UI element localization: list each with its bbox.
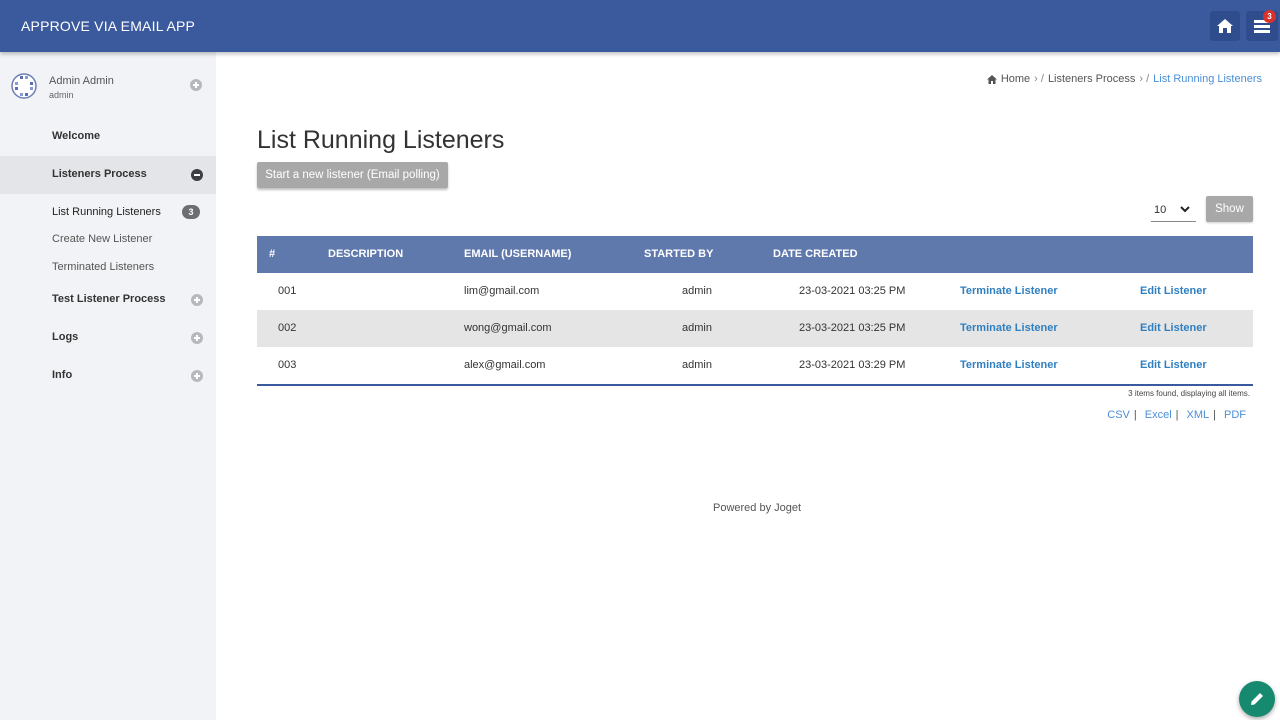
- sidebar-subitem-label: Create New Listener: [52, 233, 153, 245]
- top-bar: APPROVE VIA EMAIL APP 3: [0, 0, 1280, 52]
- breadcrumb-current: List Running Listeners: [1153, 73, 1262, 85]
- sidebar-item-logs[interactable]: Logs: [0, 319, 216, 357]
- sidebar-subitem-label: Terminated Listeners: [52, 261, 155, 273]
- pencil-icon: [1251, 693, 1263, 705]
- breadcrumb-home[interactable]: Home: [1001, 73, 1030, 85]
- page-size-select[interactable]: 10: [1151, 198, 1196, 222]
- cell-id: 002: [278, 322, 297, 334]
- sidebar-item-welcome[interactable]: Welcome: [0, 118, 216, 156]
- cell-started-by: admin: [682, 322, 712, 334]
- page-title: List Running Listeners: [257, 126, 505, 154]
- sidebar-item-info[interactable]: Info: [0, 357, 216, 395]
- powered-by-text[interactable]: Powered by Joget: [713, 502, 801, 514]
- sidebar-item-label: Info: [52, 369, 73, 381]
- column-header-started-by[interactable]: STARTED BY: [644, 248, 713, 260]
- avatar: [11, 73, 37, 99]
- table-header: # DESCRIPTION EMAIL (USERNAME) STARTED B…: [257, 236, 1253, 273]
- cell-started-by: admin: [682, 359, 712, 371]
- count-badge: 3: [182, 205, 200, 219]
- home-button[interactable]: [1210, 11, 1240, 41]
- table-row: 002 wong@gmail.com admin 23-03-2021 03:2…: [257, 310, 1253, 347]
- export-separator: |: [1133, 409, 1137, 421]
- edit-listener-link[interactable]: Edit Listener: [1140, 359, 1207, 371]
- show-button[interactable]: Show: [1206, 196, 1253, 222]
- user-role: admin: [49, 90, 74, 100]
- user-name: Admin Admin: [49, 75, 114, 87]
- export-csv-link[interactable]: CSV: [1107, 409, 1130, 421]
- chevron-down-icon: [1180, 206, 1190, 213]
- column-header-email[interactable]: EMAIL (USERNAME): [464, 248, 571, 260]
- sidebar-subitem-terminated-listeners[interactable]: Terminated Listeners: [0, 255, 216, 279]
- cell-started-by: admin: [682, 285, 712, 297]
- breadcrumb-listeners-process[interactable]: Listeners Process: [1048, 73, 1135, 85]
- breadcrumb-separator: › /: [1139, 73, 1150, 85]
- plus-circle-icon: [191, 294, 203, 306]
- table-bottom-border: [257, 384, 1253, 386]
- sidebar-item-label: Listeners Process: [52, 168, 147, 180]
- sidebar-item-label: Welcome: [52, 130, 101, 142]
- sidebar-item-listeners-process[interactable]: Listeners Process: [0, 156, 216, 194]
- cell-id: 001: [278, 285, 297, 297]
- minus-circle-icon: [191, 169, 203, 181]
- cell-email: lim@gmail.com: [464, 285, 540, 297]
- home-icon: [986, 74, 997, 84]
- export-separator: |: [1213, 409, 1216, 421]
- items-found-text: 3 items found, displaying all items.: [1128, 389, 1250, 398]
- terminate-listener-link[interactable]: Terminate Listener: [960, 359, 1058, 371]
- column-header-date-created[interactable]: DATE CREATED: [773, 248, 858, 260]
- breadcrumb: Home › / Listeners Process › / List Runn…: [986, 73, 1262, 85]
- cell-date-created: 23-03-2021 03:25 PM: [799, 285, 906, 297]
- home-icon: [1217, 19, 1233, 33]
- start-new-listener-button[interactable]: Start a new listener (Email polling): [257, 162, 448, 188]
- plus-circle-icon: [191, 370, 203, 382]
- sidebar-item-label: Logs: [52, 331, 79, 343]
- sidebar-item-label: Test Listener Process: [52, 293, 166, 305]
- cell-date-created: 23-03-2021 03:29 PM: [799, 359, 906, 371]
- column-header-number[interactable]: #: [269, 248, 275, 260]
- export-separator: |: [1175, 409, 1179, 421]
- inbox-count-badge: 3: [1263, 10, 1276, 23]
- plus-circle-icon: [191, 332, 203, 344]
- column-header-description[interactable]: DESCRIPTION: [328, 248, 403, 260]
- plus-circle-icon: [190, 79, 202, 91]
- export-links: CSV | Excel | XML | PDF: [1107, 409, 1246, 421]
- user-menu-toggle[interactable]: [190, 79, 202, 91]
- page-size-value: 10: [1154, 204, 1167, 216]
- table-row: 003 alex@gmail.com admin 23-03-2021 03:2…: [257, 347, 1253, 384]
- inbox-button[interactable]: 3: [1246, 10, 1278, 41]
- cell-email: wong@gmail.com: [464, 322, 552, 334]
- edit-listener-link[interactable]: Edit Listener: [1140, 322, 1207, 334]
- edit-fab-button[interactable]: [1239, 681, 1275, 717]
- sidebar-item-test-listener-process[interactable]: Test Listener Process: [0, 281, 216, 319]
- terminate-listener-link[interactable]: Terminate Listener: [960, 322, 1058, 334]
- breadcrumb-separator: › /: [1034, 73, 1044, 85]
- cell-date-created: 23-03-2021 03:25 PM: [799, 322, 906, 334]
- sidebar: Admin Admin admin Welcome Listeners Proc…: [0, 52, 216, 720]
- sidebar-subitem-create-new-listener[interactable]: Create New Listener: [0, 227, 216, 251]
- cell-id: 003: [278, 359, 297, 371]
- terminate-listener-link[interactable]: Terminate Listener: [960, 285, 1058, 297]
- table-row: 001 lim@gmail.com admin 23-03-2021 03:25…: [257, 273, 1253, 310]
- export-xml-link[interactable]: XML: [1187, 409, 1210, 421]
- edit-listener-link[interactable]: Edit Listener: [1140, 285, 1207, 297]
- sidebar-subitem-label: List Running Listeners: [52, 206, 161, 218]
- sidebar-subitem-list-running-listeners[interactable]: List Running Listeners 3: [0, 200, 216, 224]
- export-pdf-link[interactable]: PDF: [1224, 409, 1246, 421]
- cell-email: alex@gmail.com: [464, 359, 546, 371]
- export-excel-link[interactable]: Excel: [1145, 409, 1172, 421]
- app-title[interactable]: APPROVE VIA EMAIL APP: [21, 18, 195, 34]
